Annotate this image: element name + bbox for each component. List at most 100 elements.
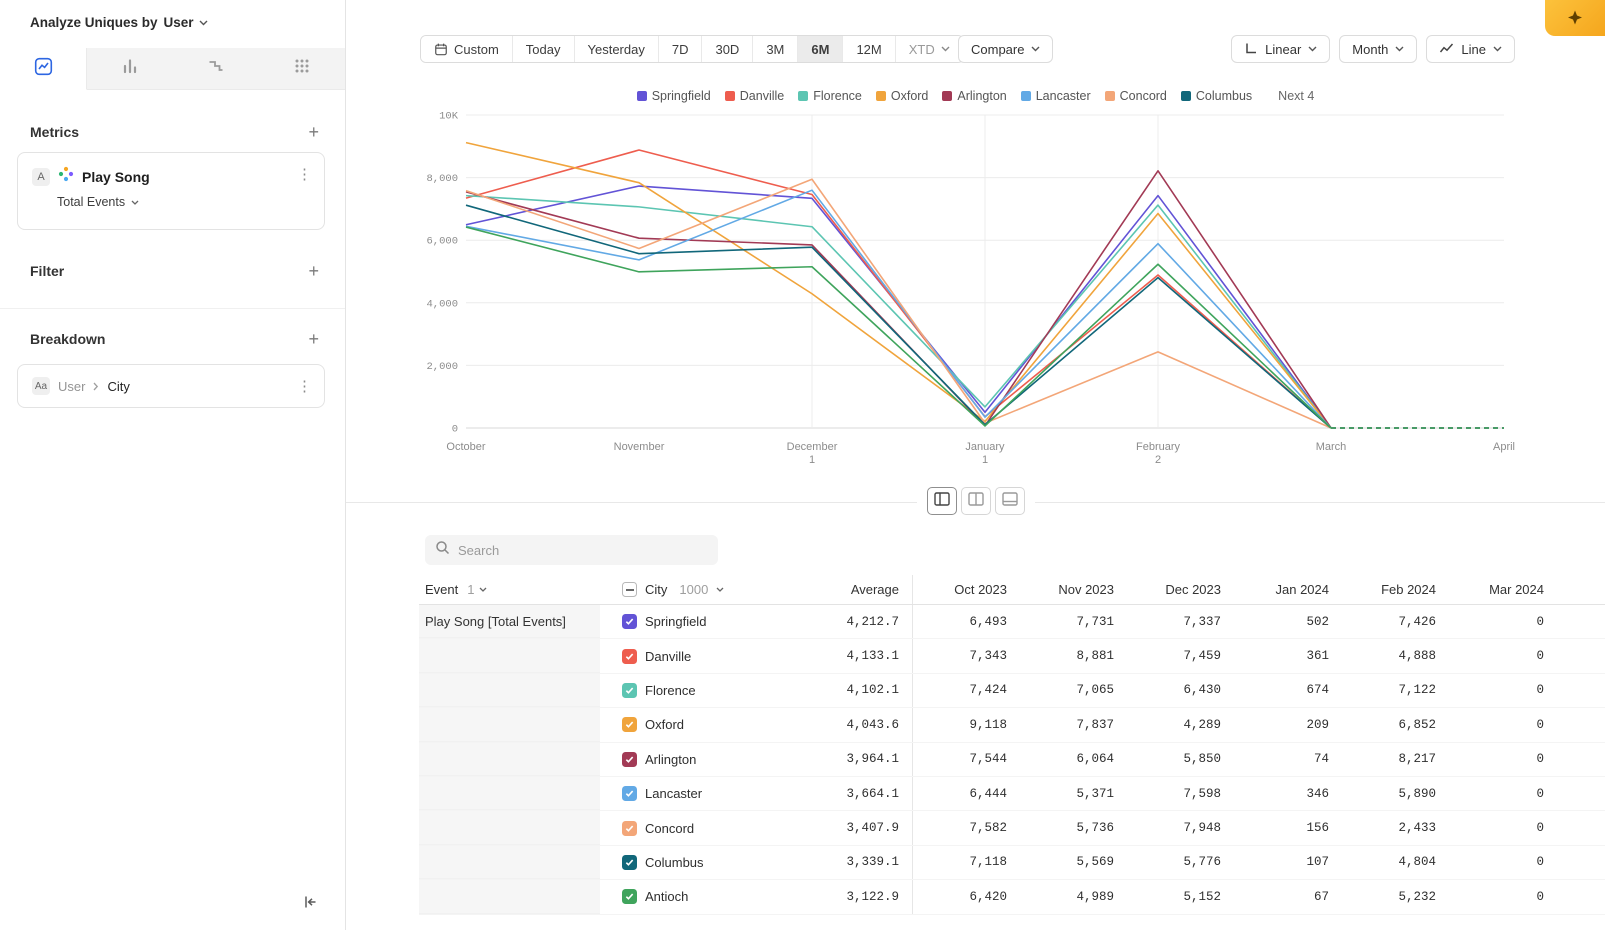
row-checkbox[interactable]: [622, 614, 637, 629]
table-row[interactable]: Florence4,102.17,4247,0656,4306747,1220: [419, 674, 1605, 708]
metric-measure-dropdown[interactable]: Total Events: [57, 195, 139, 209]
tab-bar-chart[interactable]: [87, 48, 173, 90]
month-value: 6,430: [1114, 683, 1221, 697]
city-column-header[interactable]: City 1000: [600, 582, 796, 597]
analyze-by-row: Analyze Uniques by User: [30, 15, 208, 30]
date-range-7d[interactable]: 7D: [659, 36, 703, 62]
legend-item[interactable]: Danville: [725, 89, 784, 103]
legend-next-button[interactable]: Next 4: [1278, 89, 1314, 103]
month-headers: Oct 2023Nov 2023Dec 2023Jan 2024Feb 2024…: [913, 582, 1544, 597]
month-value: 502: [1221, 615, 1329, 629]
svg-text:2: 2: [1155, 454, 1161, 466]
legend-item[interactable]: Lancaster: [1021, 89, 1091, 103]
row-checkbox[interactable]: [622, 821, 637, 836]
metric-kebab-menu[interactable]: ⋮: [297, 165, 312, 183]
table-row[interactable]: Arlington3,964.17,5446,0645,850748,2170: [419, 743, 1605, 777]
chevron-down-icon: [131, 200, 139, 205]
legend-item[interactable]: Concord: [1105, 89, 1167, 103]
month-column-header[interactable]: Feb 2024: [1329, 582, 1436, 597]
svg-text:4,000: 4,000: [426, 298, 458, 310]
table-header-row: Event 1 City 1000 Average: [419, 575, 1605, 605]
breakdown-property: User: [58, 379, 85, 394]
city-cell: Danville: [600, 649, 796, 664]
sidebar-collapse-button[interactable]: [302, 894, 318, 915]
view-toggle-columns[interactable]: [961, 487, 991, 515]
month-value: 67: [1221, 890, 1329, 904]
month-value: 8,217: [1329, 752, 1436, 766]
row-checkbox[interactable]: [622, 683, 637, 698]
month-value: 0: [1436, 615, 1544, 629]
metric-card[interactable]: A Play Song ⋮ Total Events: [17, 152, 325, 230]
tab-more-charts[interactable]: [259, 48, 345, 90]
legend-swatch: [1181, 91, 1191, 101]
interval-selector[interactable]: Month: [1339, 35, 1417, 63]
table-row[interactable]: Oxford4,043.69,1187,8374,2892096,8520: [419, 708, 1605, 742]
select-all-checkbox[interactable]: [622, 582, 637, 597]
month-value: 7,424: [913, 683, 1007, 697]
axes-icon: [1244, 41, 1258, 58]
table-row[interactable]: Columbus3,339.17,1185,5695,7761074,8040: [419, 846, 1605, 880]
row-checkbox[interactable]: [622, 855, 637, 870]
svg-text:March: March: [1316, 441, 1347, 453]
average-column-header: Average: [796, 582, 899, 597]
date-range-label: 30D: [715, 42, 739, 57]
date-range-yesterday[interactable]: Yesterday: [575, 36, 659, 62]
table-row[interactable]: Danville4,133.17,3438,8817,4593614,8880: [419, 639, 1605, 673]
table-row[interactable]: Lancaster3,664.16,4445,3717,5983465,8900: [419, 777, 1605, 811]
line-chart[interactable]: 02,0004,0006,0008,00010KOctoberNovemberD…: [416, 108, 1586, 473]
legend-label: Arlington: [957, 89, 1006, 103]
date-range-today[interactable]: Today: [513, 36, 575, 62]
view-toggle-split[interactable]: [927, 487, 957, 515]
row-checkbox[interactable]: [622, 889, 637, 904]
search-input[interactable]: [458, 543, 708, 558]
table-row[interactable]: Play Song [Total Events]Springfield4,212…: [419, 605, 1605, 639]
month-value: 7,598: [1114, 787, 1221, 801]
month-value: 7,426: [1329, 615, 1436, 629]
event-cell: [419, 743, 600, 776]
breakdown-kebab-menu[interactable]: ⋮: [297, 377, 312, 395]
legend-item[interactable]: Springfield: [637, 89, 711, 103]
add-metric-button[interactable]: +: [308, 123, 319, 141]
month-column-header[interactable]: Nov 2023: [1007, 582, 1114, 597]
date-range-custom[interactable]: Custom: [421, 36, 513, 62]
view-toggle-bottom[interactable]: [995, 487, 1025, 515]
month-value: 5,371: [1007, 787, 1114, 801]
date-range-12m[interactable]: 12M: [843, 36, 895, 62]
chart-type-selector[interactable]: Line: [1426, 35, 1515, 63]
tab-funnel-chart[interactable]: [173, 48, 259, 90]
legend-item[interactable]: Arlington: [942, 89, 1006, 103]
breakdown-title: Breakdown: [30, 331, 105, 347]
date-range-3m[interactable]: 3M: [753, 36, 798, 62]
legend-item[interactable]: Columbus: [1181, 89, 1252, 103]
month-column-header[interactable]: Mar 2024: [1436, 582, 1544, 597]
month-value: 7,544: [913, 752, 1007, 766]
date-range-6m[interactable]: 6M: [798, 36, 843, 62]
month-value: 9,118: [913, 718, 1007, 732]
event-column-header[interactable]: Event 1: [419, 582, 600, 597]
date-range-xtd[interactable]: XTD: [896, 36, 963, 62]
row-checkbox[interactable]: [622, 752, 637, 767]
row-checkbox[interactable]: [622, 717, 637, 732]
month-column-header[interactable]: Jan 2024: [1221, 582, 1329, 597]
month-column-header[interactable]: Dec 2023: [1114, 582, 1221, 597]
row-checkbox[interactable]: [622, 649, 637, 664]
legend-item[interactable]: Florence: [798, 89, 862, 103]
add-filter-button[interactable]: +: [308, 262, 319, 280]
add-breakdown-button[interactable]: +: [308, 330, 319, 348]
month-column-header[interactable]: Oct 2023: [913, 582, 1007, 597]
ai-assistant-button[interactable]: [1545, 0, 1605, 36]
scale-label: Linear: [1265, 42, 1301, 57]
table-row[interactable]: Antioch3,122.96,4204,9895,152675,2320: [419, 880, 1605, 914]
legend-item[interactable]: Oxford: [876, 89, 929, 103]
property-type-badge: Aa: [32, 377, 50, 395]
compare-button[interactable]: Compare: [958, 35, 1053, 63]
date-range-30d[interactable]: 30D: [702, 36, 753, 62]
table-row[interactable]: Concord3,407.97,5825,7367,9481562,4330: [419, 811, 1605, 845]
analyze-by-dropdown[interactable]: User: [164, 15, 208, 30]
date-range-label: 3M: [766, 42, 784, 57]
month-value: 209: [1221, 718, 1329, 732]
breakdown-card[interactable]: Aa User City ⋮: [17, 364, 325, 408]
tab-line-chart[interactable]: [0, 48, 87, 90]
row-checkbox[interactable]: [622, 786, 637, 801]
scale-selector[interactable]: Linear: [1231, 35, 1330, 63]
